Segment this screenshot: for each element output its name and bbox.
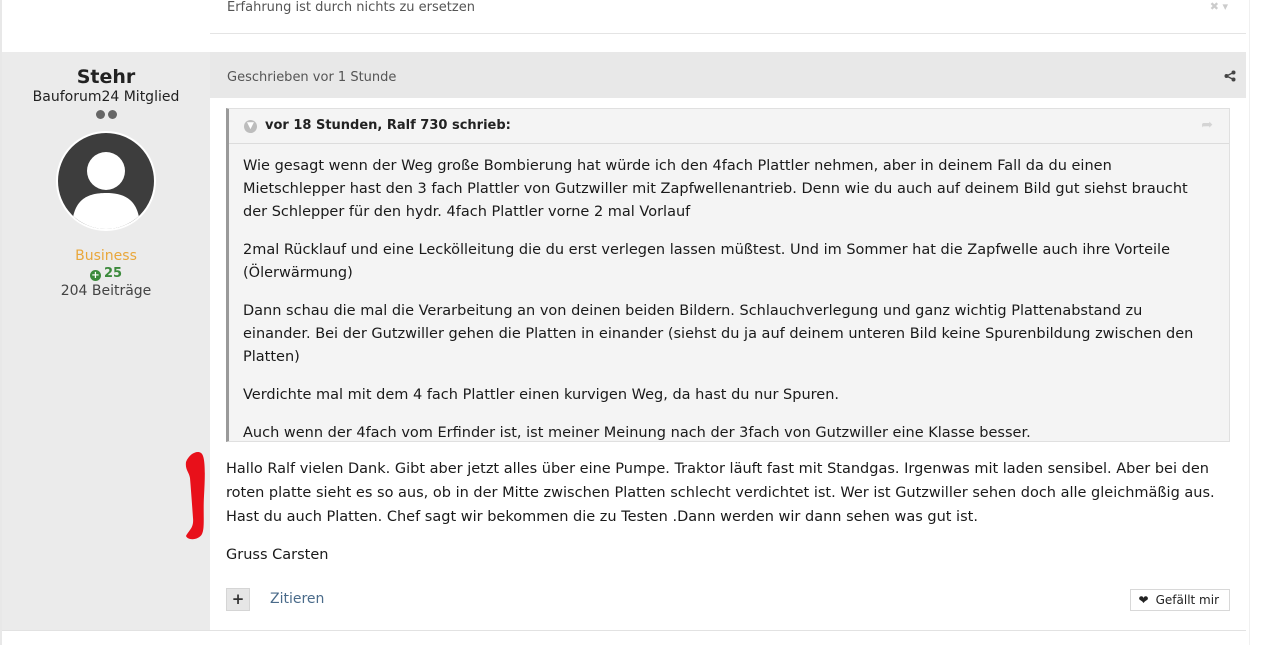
previous-post-footer: Erfahrung ist durch nichts zu ersetzen ✖… bbox=[210, 0, 1246, 34]
quote-header: ▼ vor 18 Stunden, Ralf 730 schrieb: ➦ bbox=[229, 109, 1229, 144]
quote-block: ▼ vor 18 Stunden, Ralf 730 schrieb: ➦ Wi… bbox=[226, 108, 1230, 442]
right-page-edge bbox=[1249, 0, 1250, 645]
reply-signature: Gruss Carsten bbox=[226, 547, 329, 563]
like-label: Gefällt mir bbox=[1155, 593, 1219, 607]
default-user-icon bbox=[72, 152, 140, 229]
multiquote-button[interactable]: + bbox=[226, 588, 250, 611]
quote-paragraph: 2mal Rücklauf und eine Leckölleitung die… bbox=[243, 242, 1170, 281]
share-icon[interactable] bbox=[1224, 70, 1236, 82]
reply-arrow-icon[interactable]: ➦ bbox=[1201, 117, 1213, 133]
previous-post-signature: Erfahrung ist durch nichts zu ersetzen bbox=[227, 0, 475, 15]
author-title: Business bbox=[75, 248, 137, 264]
plus-circle-icon: + bbox=[89, 270, 101, 281]
rank-pip-icon bbox=[107, 110, 117, 119]
post-header: Geschrieben vor 1 Stunde bbox=[210, 52, 1246, 98]
reply-paragraph: Hallo Ralf vielen Dank. Gibt aber jetzt … bbox=[226, 461, 1215, 525]
post-date: Geschrieben vor 1 Stunde bbox=[227, 70, 397, 85]
rank-pips bbox=[2, 110, 210, 119]
quote-paragraph: Verdichte mal mit dem 4 fach Plattler ei… bbox=[243, 387, 839, 403]
author-group: Bauforum24 Mitglied bbox=[32, 89, 180, 105]
chevron-down-icon[interactable]: ▼ bbox=[244, 120, 257, 133]
author-panel: Stehr Bauforum24 Mitglied Business +25 2… bbox=[2, 52, 210, 630]
reputation-badge: +25 bbox=[2, 265, 210, 282]
post-content: Hallo Ralf vielen Dank. Gibt aber jetzt … bbox=[226, 457, 1216, 581]
heart-icon: ❤ bbox=[1138, 593, 1149, 607]
post-controls-icon[interactable]: ✖ ▾ bbox=[1210, 0, 1228, 13]
quote-paragraph: Dann schau die mal die Verarbeitung an v… bbox=[243, 303, 1194, 365]
author-name[interactable]: Stehr bbox=[2, 66, 210, 88]
reputation-value: 25 bbox=[103, 266, 123, 281]
quote-body: Wie gesagt wenn der Weg große Bombierung… bbox=[243, 155, 1211, 460]
quote-link[interactable]: Zitieren bbox=[270, 591, 324, 607]
avatar[interactable] bbox=[56, 131, 156, 231]
forum-post: Stehr Bauforum24 Mitglied Business +25 2… bbox=[2, 52, 1246, 631]
quote-citation: vor 18 Stunden, Ralf 730 schrieb: bbox=[265, 118, 511, 133]
post-count: 204 Beiträge bbox=[60, 283, 152, 299]
quote-paragraph: Wie gesagt wenn der Weg große Bombierung… bbox=[243, 158, 1188, 220]
rank-pip-icon bbox=[95, 110, 105, 119]
post-actions: + Zitieren ❤ Gefällt mir bbox=[226, 588, 1230, 614]
red-annotation-mark bbox=[185, 452, 205, 540]
like-button[interactable]: ❤ Gefällt mir bbox=[1129, 589, 1230, 611]
quote-paragraph: Auch wenn der 4fach vom Erfinder ist, is… bbox=[243, 425, 1031, 441]
